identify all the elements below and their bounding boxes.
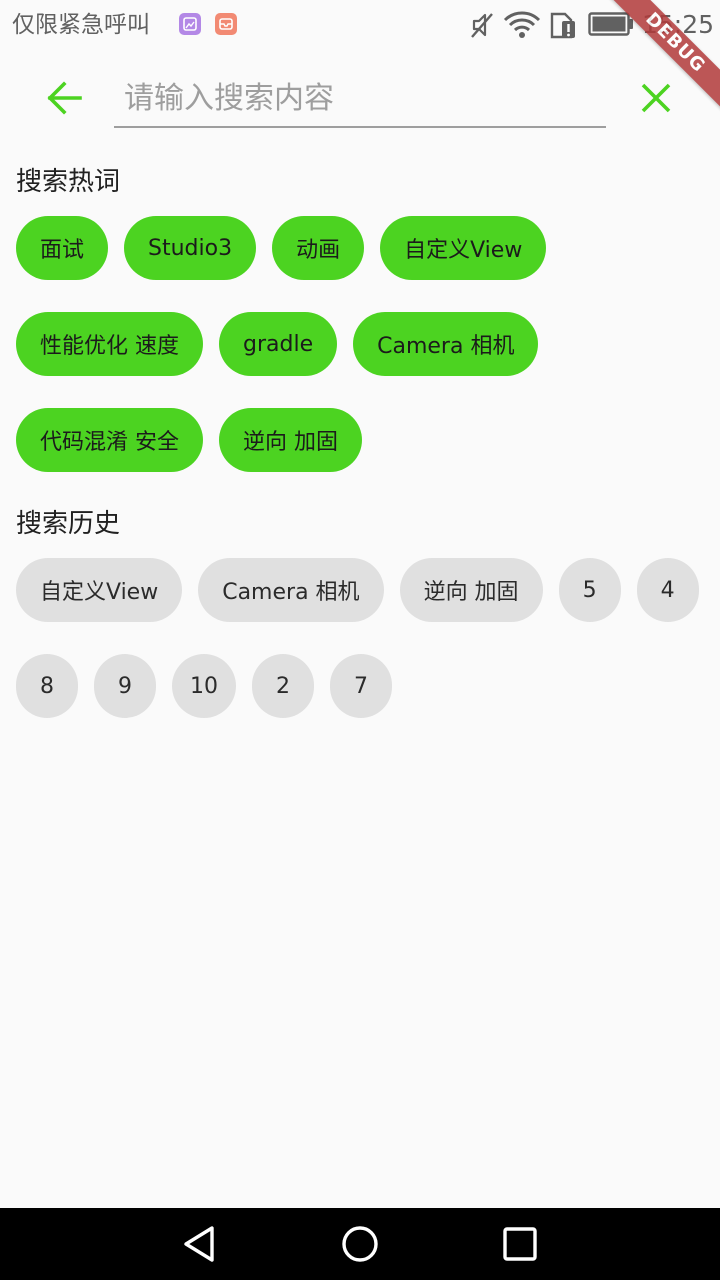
gallery-notification-icon: [179, 13, 201, 35]
history-chip[interactable]: Camera 相机: [198, 558, 384, 622]
hot-chip[interactable]: Camera 相机: [353, 312, 539, 376]
arrow-left-icon: [47, 81, 82, 115]
hot-chip[interactable]: 逆向 加固: [219, 408, 362, 472]
close-icon: [641, 83, 671, 113]
triangle-back-icon: [184, 1226, 214, 1262]
clear-button[interactable]: [632, 76, 680, 120]
hot-chip-list: 面试 Studio3 动画 自定义View 性能优化 速度 gradle Cam…: [16, 216, 706, 472]
history-chip[interactable]: 10: [172, 654, 236, 718]
square-recents-icon: [503, 1227, 537, 1261]
nav-back-button[interactable]: [176, 1222, 224, 1266]
hot-chip[interactable]: 自定义View: [380, 216, 547, 280]
hot-chip[interactable]: 代码混淆 安全: [16, 408, 203, 472]
history-chip[interactable]: 7: [330, 654, 392, 718]
nav-recents-button[interactable]: [496, 1222, 544, 1266]
hot-section-title: 搜索热词: [16, 167, 121, 197]
mute-icon: [471, 13, 493, 38]
mail-notification-icon: [215, 13, 237, 35]
circle-home-icon: [342, 1226, 378, 1262]
history-chip[interactable]: 9: [94, 654, 156, 718]
battery-icon: [588, 12, 633, 36]
search-input[interactable]: [114, 70, 606, 126]
status-bar: 仅限紧急呼叫 15:25: [0, 0, 720, 50]
hot-chip[interactable]: 性能优化 速度: [16, 312, 203, 376]
history-chip[interactable]: 逆向 加固: [399, 558, 543, 622]
search-bar: [0, 62, 720, 134]
search-field: [114, 70, 606, 128]
hot-chip[interactable]: 面试: [16, 216, 109, 280]
history-section-title: 搜索历史: [16, 509, 121, 539]
carrier-text: 仅限紧急呼叫: [12, 12, 150, 38]
hot-chip[interactable]: 动画: [272, 216, 365, 280]
wifi-icon: [503, 11, 541, 38]
hot-chip[interactable]: Studio3: [124, 216, 257, 280]
history-chip[interactable]: 自定义View: [16, 558, 183, 622]
history-chip[interactable]: 4: [636, 558, 699, 622]
back-button[interactable]: [38, 76, 90, 120]
history-chip[interactable]: 8: [16, 654, 78, 718]
sim-alert-icon: [550, 12, 575, 39]
history-chip[interactable]: 5: [558, 558, 621, 622]
nav-home-button[interactable]: [336, 1222, 384, 1266]
system-nav-bar: [0, 1208, 720, 1280]
history-chip[interactable]: 2: [252, 654, 314, 718]
history-chip-list: 自定义View Camera 相机 逆向 加固 5 4 8 9 10 2 7: [16, 558, 706, 718]
hot-chip[interactable]: gradle: [219, 312, 338, 376]
